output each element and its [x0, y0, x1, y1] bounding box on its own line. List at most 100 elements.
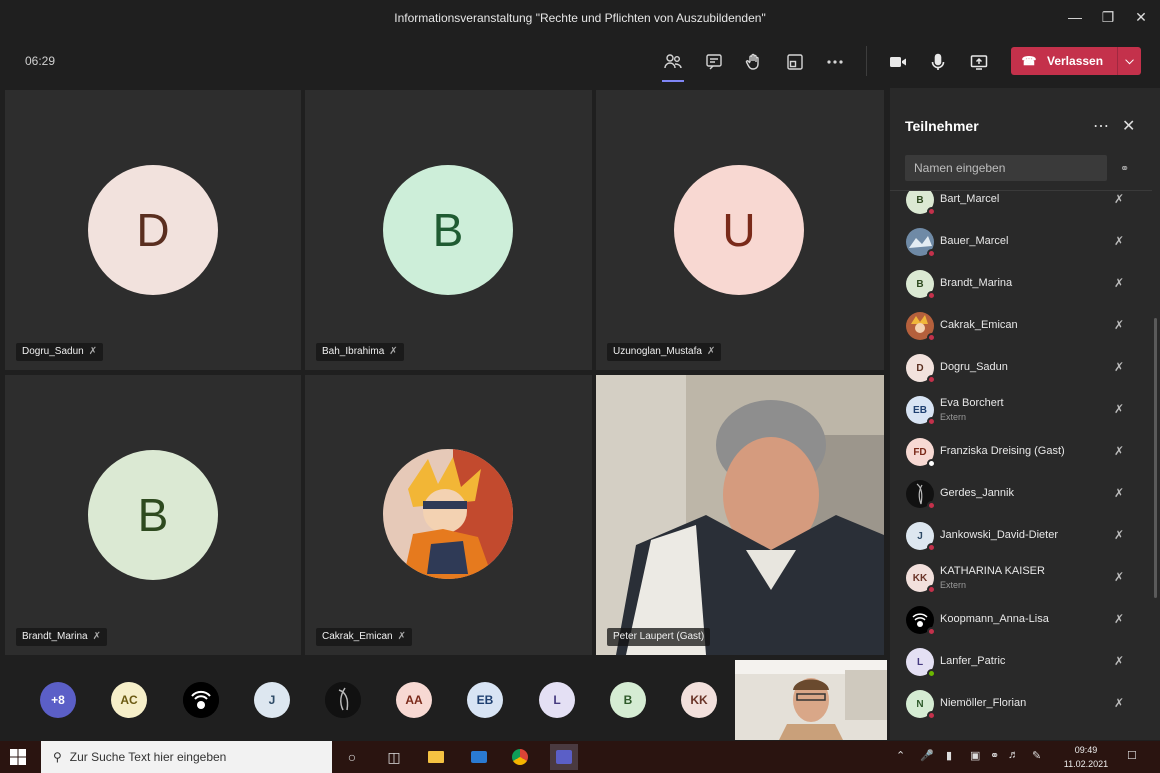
participant-name: Gerdes_Jannik — [940, 487, 1014, 499]
participant-role: Extern — [940, 580, 967, 590]
more-options-icon[interactable] — [821, 48, 849, 76]
file-explorer-icon[interactable] — [425, 747, 447, 767]
mic-off-icon[interactable]: ✗ — [1114, 318, 1124, 332]
raise-hand-icon[interactable] — [740, 48, 768, 76]
tray-app-icon[interactable]: ▣ — [970, 749, 980, 762]
participant-chip[interactable]: B — [610, 682, 646, 718]
mic-off-icon[interactable]: ✗ — [1114, 402, 1124, 416]
participant-name: Bart_Marcel — [940, 193, 1000, 205]
participant-search-input[interactable] — [905, 155, 1107, 181]
mic-off-icon[interactable]: ✗ — [1114, 570, 1124, 584]
teams-icon[interactable] — [550, 744, 578, 770]
mic-off-icon[interactable]: ✗ — [1114, 654, 1124, 668]
title-bar: Informationsveranstaltung "Rechte und Pf… — [0, 0, 1160, 34]
participant-name: Niemöller_Florian — [940, 697, 1027, 709]
participant-row[interactable]: B Bart_Marcel ✗ — [890, 191, 1152, 221]
chat-icon[interactable] — [700, 48, 728, 76]
participant-chip[interactable]: J — [254, 682, 290, 718]
participant-row[interactable]: J Jankowski_David-Dieter ✗ — [890, 515, 1152, 557]
mic-off-icon[interactable]: ✗ — [1114, 192, 1124, 206]
participant-chip[interactable]: L — [539, 682, 575, 718]
mail-icon[interactable] — [468, 747, 490, 767]
participant-avatar — [906, 228, 936, 258]
participant-row[interactable]: Bauer_Marcel ✗ — [890, 221, 1152, 263]
microphone-icon[interactable] — [924, 48, 952, 76]
participant-row[interactable]: L Lanfer_Patric ✗ — [890, 641, 1152, 683]
participant-avatar: N — [906, 690, 936, 720]
mic-off-icon[interactable]: ✗ — [1114, 612, 1124, 626]
video-tile[interactable]: B Brandt_Marina ✗ — [5, 375, 301, 655]
share-screen-icon[interactable] — [965, 48, 993, 76]
camera-icon[interactable] — [884, 48, 912, 76]
share-invite-icon[interactable]: ⚭ — [1120, 162, 1129, 175]
hang-up-icon: ☎ — [1021, 54, 1037, 68]
participant-avatar: L — [906, 648, 936, 678]
panel-more-options-icon[interactable]: ⋯ — [1093, 116, 1109, 136]
meeting-toolbar: 06:29 ☎ Verlassen ⌵ — [0, 34, 1160, 88]
close-panel-icon[interactable]: ✕ — [1122, 116, 1135, 136]
mic-off-icon[interactable]: ✗ — [1114, 696, 1124, 710]
pen-icon[interactable]: ✎ — [1032, 749, 1041, 762]
mic-off-icon: ✗ — [92, 631, 101, 642]
mic-off-icon[interactable]: ✗ — [1114, 360, 1124, 374]
windows-start-icon[interactable] — [10, 749, 26, 765]
video-tile[interactable]: U Uzunoglan_Mustafa ✗ — [596, 90, 884, 370]
video-tile[interactable]: Cakrak_Emican ✗ — [305, 375, 592, 655]
participant-list: B Bart_Marcel ✗ Bauer_Marcel ✗ B Brandt_… — [890, 190, 1152, 740]
participant-chip[interactable]: AA — [396, 682, 432, 718]
self-view-video[interactable] — [735, 660, 887, 740]
tray-chevron-icon[interactable]: ⌃ — [896, 749, 905, 762]
participant-name: Eva Borchert — [940, 397, 1004, 409]
maximize-icon[interactable]: ❐ — [1091, 4, 1125, 30]
leave-button[interactable]: ☎ Verlassen ⌵ — [1011, 47, 1141, 75]
participant-row[interactable]: KK KATHARINA KAISER Extern ✗ — [890, 557, 1152, 599]
breakout-rooms-icon[interactable] — [781, 48, 809, 76]
participants-icon[interactable] — [659, 48, 687, 82]
task-view-icon[interactable]: ◫ — [383, 747, 405, 767]
participant-row[interactable]: N Niemöller_Florian ✗ — [890, 683, 1152, 725]
mic-off-icon[interactable]: ✗ — [1114, 528, 1124, 542]
taskbar-clock[interactable]: 09:49 11.02.2021 — [1056, 743, 1116, 771]
participant-row[interactable]: B Brandt_Marina ✗ — [890, 263, 1152, 305]
notifications-icon[interactable]: ☐ — [1127, 749, 1137, 762]
cortana-icon[interactable]: ○ — [341, 747, 363, 767]
name-tag: Bah_Ibrahima ✗ — [316, 343, 404, 361]
mic-off-icon[interactable]: ✗ — [1114, 276, 1124, 290]
battery-icon[interactable]: ▮ — [946, 749, 952, 762]
more-participants-chip[interactable]: +8 — [40, 682, 76, 718]
participant-chip[interactable]: AC — [111, 682, 147, 718]
participant-row[interactable]: Gerdes_Jannik ✗ — [890, 473, 1152, 515]
mic-off-icon[interactable]: ✗ — [1114, 444, 1124, 458]
video-tile[interactable]: B Bah_Ibrahima ✗ — [305, 90, 592, 370]
participant-row[interactable]: FD Franziska Dreising (Gast) ✗ — [890, 431, 1152, 473]
participant-chip[interactable] — [183, 682, 219, 718]
participant-chip[interactable]: KK — [681, 682, 717, 718]
name-tag: Peter Laupert (Gast) — [607, 628, 711, 646]
minimize-icon[interactable]: — — [1058, 4, 1092, 30]
chevron-down-icon[interactable]: ⌵ — [1117, 47, 1141, 75]
participant-chip[interactable] — [325, 682, 361, 718]
mic-off-icon[interactable]: ✗ — [1114, 486, 1124, 500]
participant-avatar: KK — [906, 564, 936, 594]
mic-off-icon: ✗ — [88, 346, 98, 357]
chrome-icon[interactable] — [509, 747, 531, 767]
participant-row[interactable]: Cakrak_Emican ✗ — [890, 305, 1152, 347]
participant-row[interactable]: Koopmann_Anna-Lisa ✗ — [890, 599, 1152, 641]
video-tile[interactable]: D Dogru_Sadun ✗ — [5, 90, 301, 370]
participant-avatar: D — [906, 354, 936, 384]
tray-mic-icon[interactable]: 🎤 — [920, 749, 934, 762]
taskbar-search-box[interactable]: ⚲ Zur Suche Text hier eingeben — [41, 741, 332, 773]
volume-icon[interactable]: ♬ — [1008, 749, 1019, 761]
participant-row[interactable]: D Dogru_Sadun ✗ — [890, 347, 1152, 389]
mic-off-icon[interactable]: ✗ — [1114, 234, 1124, 248]
participant-name: Jankowski_David-Dieter — [940, 529, 1058, 541]
video-feed-peter-laupert[interactable]: Peter Laupert (Gast) — [596, 375, 884, 655]
toolbar-divider — [866, 46, 867, 76]
participants-panel: Teilnehmer ⋯ ✕ ⚭ B Bart_Marcel ✗ Bauer_M… — [890, 88, 1160, 740]
close-window-icon[interactable]: ✕ — [1124, 4, 1158, 30]
participant-list-scrollbar[interactable] — [1154, 318, 1157, 598]
mic-off-icon: ✗ — [389, 346, 398, 357]
participant-row[interactable]: EB Eva Borchert Extern ✗ — [890, 389, 1152, 431]
participant-chip[interactable]: EB — [467, 682, 503, 718]
network-icon[interactable]: ⚭ — [990, 749, 999, 762]
